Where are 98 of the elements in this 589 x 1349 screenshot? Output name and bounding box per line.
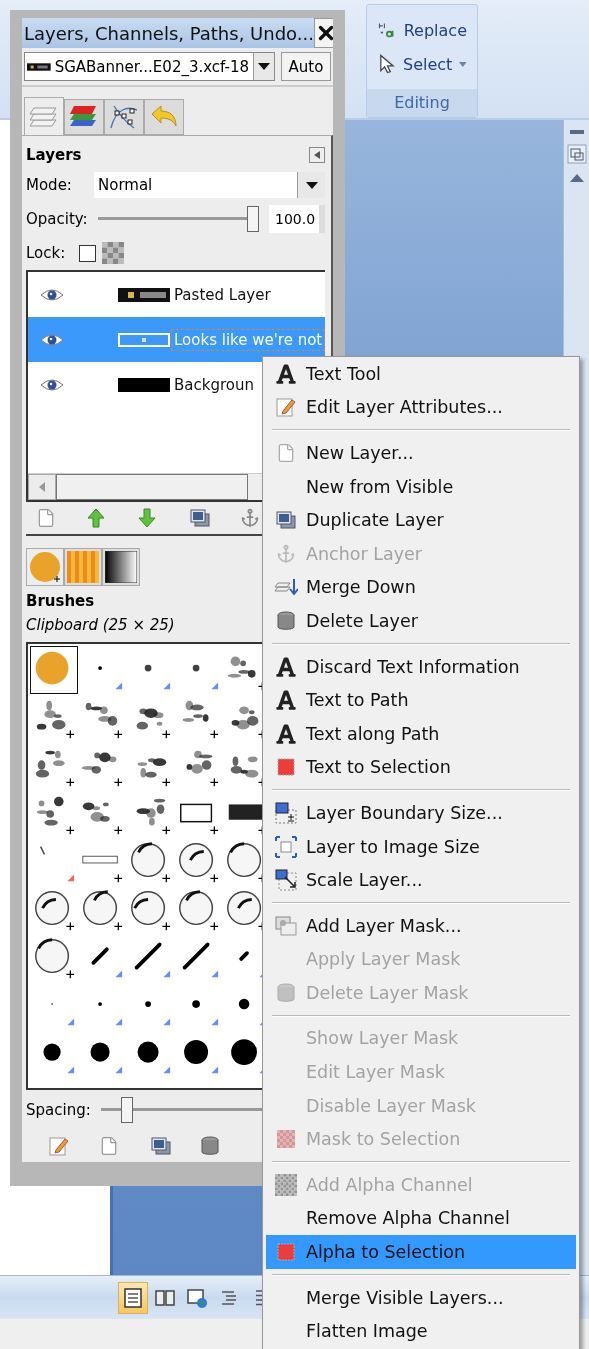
gradient-icon xyxy=(105,551,137,583)
checker-icon xyxy=(275,1173,297,1196)
dock-tab[interactable] xyxy=(64,99,104,135)
ruler-toggle-icon[interactable] xyxy=(566,144,587,164)
caret-icon xyxy=(305,181,318,189)
opacity-field[interactable]: 100.0 xyxy=(269,205,325,233)
panel-title: Brushes xyxy=(26,592,96,612)
trash-icon xyxy=(277,982,295,1003)
new-page-icon xyxy=(276,443,296,463)
menu-item[interactable]: Merge Visible Layers... xyxy=(266,1280,576,1315)
dropdown-button[interactable] xyxy=(253,53,274,80)
menu-item[interactable]: Discard Text Information xyxy=(266,649,576,684)
text-tool-icon xyxy=(275,689,297,712)
close-button[interactable] xyxy=(313,18,333,48)
menu-item[interactable]: Layer to Image Size xyxy=(266,829,576,864)
menu-item[interactable]: New from Visible xyxy=(266,469,576,504)
panel-menu-button[interactable] xyxy=(309,147,325,163)
scroll-up-icon[interactable] xyxy=(569,174,584,182)
checker-icon xyxy=(102,242,125,264)
menu-item[interactable]: Add Layer Mask... xyxy=(266,908,576,943)
eye-icon[interactable] xyxy=(40,377,64,392)
caret-icon xyxy=(459,61,467,67)
dropdown-button[interactable] xyxy=(297,172,325,198)
pattern-icon xyxy=(67,551,99,583)
text-tool-icon xyxy=(275,362,297,385)
layer-boundary-icon xyxy=(275,801,297,824)
brush-thumbnail[interactable] xyxy=(30,646,78,694)
layer-mask-icon xyxy=(274,914,298,937)
anchor-icon xyxy=(240,508,260,528)
left-triangle-icon xyxy=(314,151,320,159)
menu-item[interactable]: Text along Path xyxy=(266,716,576,751)
minimize-icon[interactable] xyxy=(569,130,584,134)
layer-thumbnail xyxy=(118,377,170,392)
mask-selection-icon xyxy=(277,1130,295,1149)
field-label: Mode: xyxy=(26,176,73,194)
edit-icon xyxy=(275,396,297,419)
auto-button[interactable]: Auto xyxy=(281,52,331,81)
menu-item[interactable]: Alpha to Selection xyxy=(266,1235,576,1269)
caret-icon xyxy=(258,63,271,70)
scale-layer-icon xyxy=(275,869,297,892)
layer-name: Looks like we're not xyxy=(172,329,325,350)
replace-button[interactable]: Replace xyxy=(375,17,469,43)
view-button[interactable] xyxy=(118,1281,148,1314)
pointer-icon xyxy=(377,53,397,75)
new-page-icon xyxy=(99,1136,119,1156)
image-selector[interactable]: SGABanner...E02_3.xcf-18 xyxy=(24,52,275,81)
duplicate-icon xyxy=(150,1136,172,1156)
dock-tab[interactable] xyxy=(104,99,144,135)
selection-icon xyxy=(277,758,295,777)
merge-down-icon xyxy=(274,577,298,598)
image-thumbnail xyxy=(27,61,51,72)
menu-item[interactable]: Flatten Image xyxy=(266,1314,576,1349)
new-page-icon xyxy=(36,508,56,528)
select-button[interactable]: Select xyxy=(375,51,469,77)
left-triangle-icon xyxy=(39,482,45,492)
layer-thumbnail xyxy=(118,332,170,347)
edit-icon xyxy=(48,1135,70,1157)
field-label: Spacing: xyxy=(26,1101,91,1119)
menu-item[interactable]: Text to Path xyxy=(266,683,576,717)
field-label: Lock: xyxy=(26,244,66,262)
web-page-icon xyxy=(186,1286,208,1309)
menu-item[interactable]: Scale Layer... xyxy=(266,863,576,897)
selection-icon xyxy=(277,1243,295,1262)
brush-name: Clipboard (25 × 25) xyxy=(26,616,175,636)
menu-item[interactable]: Remove Alpha Channel xyxy=(266,1201,576,1236)
eye-icon[interactable] xyxy=(40,332,64,347)
layer-name: Backgroun xyxy=(173,374,255,395)
menu-item[interactable]: Delete Layer xyxy=(266,604,576,638)
anchor-icon xyxy=(276,543,296,564)
group-label: Editing xyxy=(367,89,477,117)
trash-icon xyxy=(201,1136,219,1156)
down-arrow-icon xyxy=(138,508,156,528)
duplicate-icon xyxy=(189,508,211,528)
resize-icon xyxy=(275,835,297,858)
duplicate-icon xyxy=(275,510,297,531)
slider-thumb[interactable] xyxy=(247,206,259,232)
up-arrow-icon xyxy=(87,508,105,528)
menu-item[interactable]: Layer Boundary Size... xyxy=(266,796,576,830)
eye-icon[interactable] xyxy=(40,287,64,302)
page-icon xyxy=(122,1286,144,1309)
lock-checkbox[interactable] xyxy=(79,244,97,262)
brush-icon xyxy=(29,551,61,583)
text-tool-icon xyxy=(275,655,297,678)
menu-item[interactable]: Merge Down xyxy=(266,570,576,605)
menu-item[interactable]: Text to Selection xyxy=(266,750,576,785)
menu-item[interactable]: New Layer... xyxy=(266,436,576,470)
text-tool-icon xyxy=(275,722,297,745)
layer-name: Pasted Layer xyxy=(173,284,272,305)
menu-item[interactable]: Duplicate Layer xyxy=(266,503,576,537)
mode-dropdown[interactable]: Normal xyxy=(94,172,325,198)
slider-thumb[interactable] xyxy=(120,1097,133,1123)
scrollbar-thumb[interactable] xyxy=(56,474,248,500)
layer-thumbnail xyxy=(118,287,170,302)
resource-tab[interactable] xyxy=(102,548,140,586)
trash-icon xyxy=(277,610,295,631)
window-title: Layers, Channels, Paths, Undo... xyxy=(24,22,314,44)
panel-title: Layers xyxy=(26,146,82,164)
field-label: Opacity: xyxy=(26,210,88,228)
